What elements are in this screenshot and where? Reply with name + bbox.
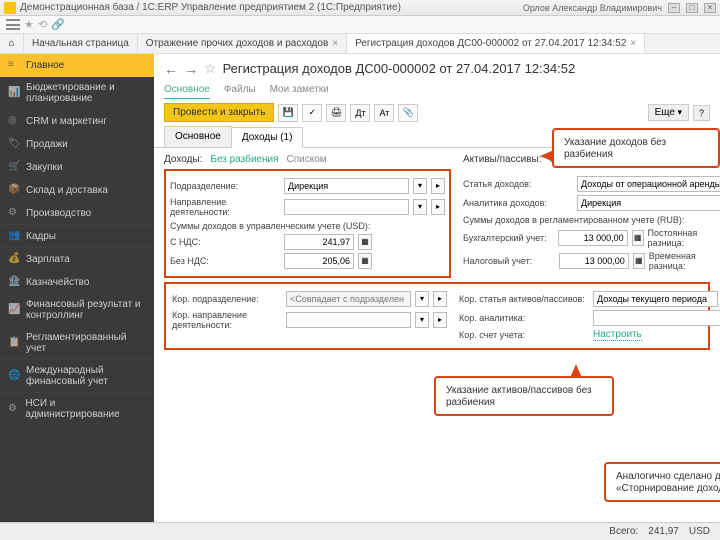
- corr-analytics-input[interactable]: [593, 310, 720, 326]
- forward-arrow-icon[interactable]: →: [184, 61, 198, 77]
- filetab-files[interactable]: Файлы: [224, 81, 256, 99]
- app-title: Демонстрационная база / 1С:ERP Управлени…: [20, 2, 401, 13]
- close-button[interactable]: ×: [704, 3, 716, 13]
- history-icon[interactable]: ⟲: [38, 18, 47, 31]
- menu-icon[interactable]: [6, 19, 20, 30]
- sidebar-item-regaccount[interactable]: 📋Регламентированный учет: [0, 327, 154, 360]
- sidebar-item-sales[interactable]: 🏷Продажи: [0, 133, 154, 156]
- sidebar-item-intlfin[interactable]: 🌐Международный финансовый учет: [0, 360, 154, 393]
- corr-activity-input[interactable]: [286, 312, 411, 328]
- filetab-main[interactable]: Основное: [164, 81, 210, 99]
- total-sum: 241,97: [648, 526, 679, 537]
- corr-account-link[interactable]: Настроить: [593, 329, 642, 341]
- sidebar-item-finresult[interactable]: 📈Финансовый результат и контроллинг: [0, 294, 154, 327]
- sidebar-item-crm[interactable]: ◎CRM и маркетинг: [0, 110, 154, 133]
- close-icon[interactable]: ×: [630, 38, 636, 49]
- sidebar-item-warehouse[interactable]: 📦Склад и доставка: [0, 179, 154, 202]
- corr-dept-input[interactable]: [286, 291, 411, 307]
- open-icon[interactable]: ▸: [431, 178, 445, 194]
- sidebar-item-main[interactable]: ≡Главное: [0, 54, 154, 77]
- calc-icon[interactable]: ▦: [358, 234, 372, 250]
- content-area: ← → ☆ Регистрация доходов ДС00-000002 от…: [154, 54, 720, 522]
- income-item-input[interactable]: [577, 176, 720, 192]
- print-button[interactable]: 🖨: [326, 104, 346, 122]
- novat-input[interactable]: [284, 253, 354, 269]
- income-section-label: Доходы:: [164, 154, 202, 165]
- callout-assets: Указание активов/пассивов без разбиения: [434, 376, 614, 416]
- total-currency: USD: [689, 526, 710, 537]
- calc-icon[interactable]: ▦: [358, 253, 372, 269]
- tax-input[interactable]: [559, 253, 629, 269]
- home-button[interactable]: ⌂: [0, 34, 24, 53]
- dropdown-icon[interactable]: ▾: [413, 199, 427, 215]
- sidebar-item-salary[interactable]: 💰Зарплата: [0, 248, 154, 271]
- open-icon[interactable]: ▸: [431, 199, 445, 215]
- document-title: Регистрация доходов ДС00-000002 от 27.04…: [223, 61, 576, 76]
- callout-storno: Аналогично сделано для операции «Сторнир…: [604, 462, 720, 502]
- back-arrow-icon[interactable]: ←: [164, 61, 178, 77]
- status-bar: Всего: 241,97 USD: [0, 522, 720, 540]
- sidebar-item-hr[interactable]: 👥Кадры: [0, 225, 154, 248]
- close-icon[interactable]: ×: [332, 38, 338, 49]
- window-titlebar: Демонстрационная база / 1С:ERP Управлени…: [0, 0, 720, 16]
- total-label: Всего:: [609, 526, 638, 537]
- star-icon[interactable]: ★: [24, 18, 34, 31]
- maximize-button[interactable]: □: [686, 3, 698, 13]
- sidebar-item-nsi[interactable]: ⚙НСИ и администрирование: [0, 393, 154, 426]
- activity-input[interactable]: [284, 199, 409, 215]
- quick-toolbar: ★ ⟲ 🔗: [0, 16, 720, 34]
- sidebar-item-production[interactable]: ⚙Производство: [0, 202, 154, 225]
- sidebar-item-purchase[interactable]: 🛒Закупки: [0, 156, 154, 179]
- callout-income: Указание доходов без разбиения: [552, 128, 720, 168]
- sidebar-item-budget[interactable]: 📊Бюджетирование и планирование: [0, 77, 154, 110]
- mode-no-split[interactable]: Без разбиения: [210, 154, 278, 165]
- more-button[interactable]: Еще ▾: [648, 104, 689, 121]
- link-icon[interactable]: 🔗: [51, 18, 65, 31]
- mode-list[interactable]: Списком: [287, 154, 327, 165]
- dropdown-icon[interactable]: ▾: [413, 178, 427, 194]
- subtab-income[interactable]: Доходы (1): [231, 127, 304, 148]
- tab-home[interactable]: Начальная страница: [24, 34, 138, 53]
- attach-button[interactable]: 📎: [398, 104, 418, 122]
- tab-register[interactable]: Регистрация доходов ДС00-000002 от 27.04…: [347, 34, 645, 53]
- save-close-button[interactable]: Провести и закрыть: [164, 103, 274, 122]
- corr-asset-input[interactable]: [593, 291, 718, 307]
- bu-input[interactable]: [558, 230, 628, 246]
- app-icon: [4, 2, 16, 14]
- dept-input[interactable]: [284, 178, 409, 194]
- report-button[interactable]: Дт: [350, 104, 370, 122]
- sidebar: ≡Главное 📊Бюджетирование и планирование …: [0, 54, 154, 522]
- filetab-notes[interactable]: Мои заметки: [270, 81, 329, 99]
- sidebar-item-treasury[interactable]: 🏦Казначейство: [0, 271, 154, 294]
- user-name: Орлов Александр Владимирович: [523, 3, 662, 13]
- save-button[interactable]: 💾: [278, 104, 298, 122]
- help-button[interactable]: ?: [693, 105, 710, 121]
- favorite-star-icon[interactable]: ☆: [204, 60, 217, 77]
- post-button[interactable]: ✓: [302, 104, 322, 122]
- analytics-input[interactable]: [577, 195, 720, 211]
- vat-input[interactable]: [284, 234, 354, 250]
- tab-reflect[interactable]: Отражение прочих доходов и расходов×: [138, 34, 347, 53]
- assets-section-label: Активы/пассивы:: [463, 154, 541, 165]
- report2-button[interactable]: Ат: [374, 104, 394, 122]
- tab-bar: ⌂ Начальная страница Отражение прочих до…: [0, 34, 720, 54]
- minimize-button[interactable]: –: [668, 3, 680, 13]
- subtab-main[interactable]: Основное: [164, 126, 232, 147]
